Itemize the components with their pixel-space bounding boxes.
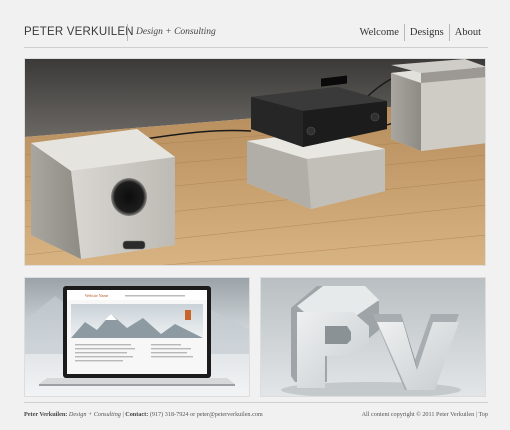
footer-copyright: All content copyright © 2011 Peter Verku…	[361, 411, 475, 418]
footer-divider: |	[122, 411, 124, 418]
site-header: PETER VERKUILEN Design + Consulting Welc…	[24, 0, 488, 48]
nav-designs[interactable]: Designs	[405, 24, 449, 41]
footer-tagline: Design + Consulting	[68, 411, 121, 418]
site-tagline: Design + Consulting	[136, 27, 216, 37]
main-nav: Welcome Designs About	[355, 24, 486, 41]
footer-contact: Peter Verkuilen: Design + Consulting | C…	[24, 411, 263, 418]
nav-welcome[interactable]: Welcome	[355, 24, 404, 41]
design-thumbnail-website[interactable]: Website Name	[24, 277, 250, 397]
footer-name: Peter Verkuilen:	[24, 411, 68, 418]
footer-top-link[interactable]: Top	[478, 411, 488, 418]
design-thumbnail-logo[interactable]	[260, 277, 486, 397]
site-footer: Peter Verkuilen: Design + Consulting | C…	[24, 402, 488, 426]
footer-copyright-area: All content copyright © 2011 Peter Verku…	[362, 411, 488, 418]
nav-about[interactable]: About	[450, 24, 486, 41]
screen-site-title: Website Name	[85, 293, 109, 298]
hero-image[interactable]	[24, 58, 486, 266]
site-brand[interactable]: PETER VERKUILEN	[24, 26, 134, 38]
footer-email-link[interactable]: peter@peterverkuilen.com	[197, 411, 263, 418]
footer-divider: |	[475, 411, 478, 418]
footer-contact-label: Contact:	[125, 411, 149, 418]
footer-or: or	[190, 411, 196, 418]
brand-divider	[127, 24, 128, 41]
footer-phone: (917) 318-7924	[149, 411, 189, 418]
